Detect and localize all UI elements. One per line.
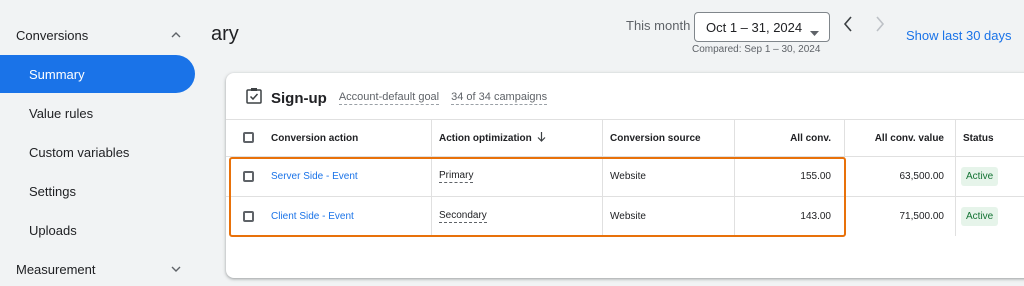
sidebar-item-uploads[interactable]: Uploads (0, 211, 195, 249)
sidebar-item-value-rules[interactable]: Value rules (0, 94, 195, 132)
table-row: Server Side - Event Primary Website 155.… (226, 157, 1024, 197)
sidebar-item-label: Custom variables (29, 144, 130, 160)
sidebar-item-settings[interactable]: Settings (0, 172, 195, 210)
compared-range: Compared: Sep 1 – 30, 2024 (692, 44, 821, 55)
status-cell: Active (961, 197, 999, 236)
column-header-conversion-action[interactable]: Conversion action (271, 120, 358, 157)
column-header-label: Action optimization (439, 133, 532, 144)
table-header-row: Conversion action Action optimization Co… (226, 119, 1024, 157)
chevron-left-icon[interactable] (840, 15, 856, 33)
row-checkbox[interactable] (243, 171, 254, 182)
column-header-all-conv[interactable]: All conv. (735, 120, 839, 157)
sidebar: Conversions Summary Value rules Custom v… (0, 0, 200, 286)
source-cell: Website (610, 171, 646, 182)
source-cell: Website (610, 211, 646, 222)
conversion-action-link[interactable]: Server Side - Event (271, 157, 358, 196)
chevron-up-icon (170, 29, 182, 41)
column-header-action-optimization[interactable]: Action optimization (439, 120, 546, 157)
goal-header: Sign-up Account-default goal 34 of 34 ca… (246, 87, 548, 109)
chevron-down-icon (170, 263, 182, 275)
date-range-value: Oct 1 – 31, 2024 (706, 19, 803, 35)
column-header-all-conv-value[interactable]: All conv. value (845, 120, 952, 157)
period-label: This month (626, 18, 691, 33)
sidebar-section-label: Conversions (16, 27, 89, 43)
status-badge: Active (961, 167, 999, 186)
goal-type-link[interactable]: Account-default goal (338, 91, 440, 105)
optimization-value[interactable]: Primary (439, 170, 474, 183)
sidebar-item-label: Summary (29, 66, 85, 82)
goal-checkbox-icon (246, 87, 263, 109)
all-conv-cell: 155.00 (800, 171, 831, 182)
campaigns-link[interactable]: 34 of 34 campaigns (451, 91, 548, 105)
sidebar-item-summary[interactable]: Summary (0, 55, 195, 93)
conversion-action-link[interactable]: Client Side - Event (271, 197, 354, 236)
sort-arrow-down-icon (537, 132, 546, 145)
goal-title: Sign-up (271, 89, 327, 107)
show-last-30-days-link[interactable]: Show last 30 days (906, 28, 1012, 43)
optimization-cell: Primary (439, 157, 474, 196)
all-conv-cell: 143.00 (800, 211, 831, 222)
sidebar-item-label: Value rules (29, 105, 94, 121)
optimization-value[interactable]: Secondary (439, 210, 487, 223)
column-header-status[interactable]: Status (963, 120, 994, 157)
row-checkbox[interactable] (243, 211, 254, 222)
date-range-select[interactable]: Oct 1 – 31, 2024 (694, 12, 830, 42)
status-badge: Active (961, 207, 999, 226)
page-title: ary (211, 23, 239, 45)
sidebar-section-conversions[interactable]: Conversions (16, 23, 186, 47)
all-conv-value-cell: 63,500.00 (899, 171, 945, 182)
sidebar-item-label: Settings (29, 183, 76, 199)
column-header-conversion-source[interactable]: Conversion source (610, 120, 701, 157)
all-conv-value-cell: 71,500.00 (899, 211, 945, 222)
caret-down-icon (810, 24, 819, 39)
chevron-right-icon[interactable] (872, 15, 888, 33)
select-all-checkbox[interactable] (243, 132, 254, 143)
status-cell: Active (961, 157, 999, 196)
sidebar-section-measurement[interactable]: Measurement (16, 257, 186, 281)
optimization-cell: Secondary (439, 197, 487, 236)
sidebar-item-custom-variables[interactable]: Custom variables (0, 133, 195, 171)
sidebar-section-label: Measurement (16, 261, 96, 277)
table-row: Client Side - Event Secondary Website 14… (226, 197, 1024, 237)
sidebar-item-label: Uploads (29, 222, 77, 238)
